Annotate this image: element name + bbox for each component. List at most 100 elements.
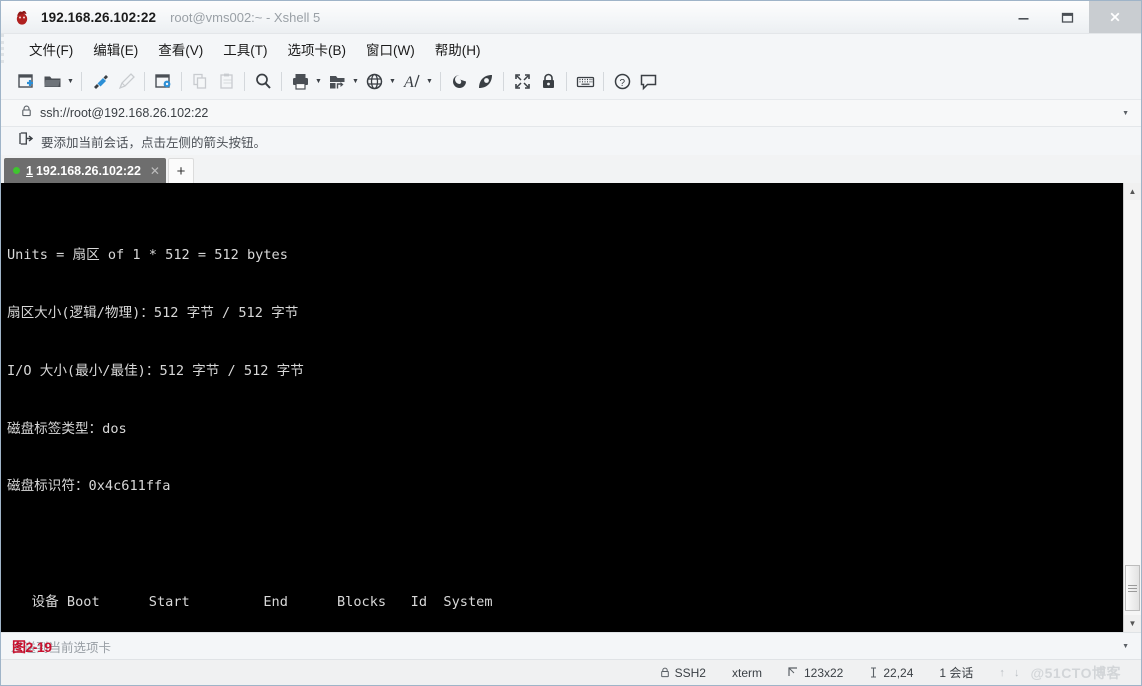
session-properties-icon[interactable] [150,68,176,94]
maximize-button[interactable] [1045,1,1089,33]
tab-status-dot-icon [13,167,20,174]
cursor-icon [869,667,878,678]
scrollbar-grip-icon [1128,583,1137,594]
minimize-button[interactable] [1001,1,1045,33]
send-to-bar[interactable]: 发送到当前选项卡 图2-19 ▼ [1,632,1141,659]
status-terminal-type: xterm [732,666,762,680]
paintbrush-icon[interactable] [87,68,113,94]
toolbar-divider [503,71,504,91]
resize-icon [788,667,799,678]
new-tab-button[interactable]: + [167,158,194,183]
title-bar: 192.168.26.102:22 root@vms002:~ - Xshell… [1,1,1141,34]
paste-icon [213,68,239,94]
menu-tabs[interactable]: 选项卡(B) [279,37,356,61]
toolbar-divider [566,71,567,91]
log-icon[interactable] [446,68,472,94]
chevron-down-icon[interactable]: ▼ [1122,643,1129,650]
terminal-scrollbar[interactable]: ▲ ▼ [1123,183,1141,632]
xshell-window: 192.168.26.102:22 root@vms002:~ - Xshell… [0,0,1142,686]
status-protocol-label: SSH2 [674,665,706,680]
window-subtitle: root@vms002:~ - Xshell 5 [170,9,321,25]
tab-index: 1 [26,163,33,178]
lock-icon [21,104,32,122]
terminal-area: Units = 扇区 of 1 * 512 = 512 bytes 扇区大小(逻… [1,183,1141,632]
status-terminal-type-label: xterm [731,665,762,680]
print-icon[interactable] [287,68,313,94]
find-icon[interactable] [250,68,276,94]
add-session-arrow-icon[interactable] [19,132,34,150]
chevron-down-icon[interactable]: ▼ [1122,110,1129,117]
scroll-up-icon[interactable]: ▲ [1124,183,1141,200]
xshell-icon [13,8,31,26]
status-bar-right: SSH2 xterm 123x22 22,24 1 会话 ↑ ↓ @51CTO博… [660,663,1141,683]
menu-bar: 文件(F) 编辑(E) 查看(V) 工具(T) 选项卡(B) 窗口(W) 帮助(… [1,34,1141,63]
scroll-down-icon[interactable]: ▼ [1124,615,1141,632]
globe-caret-icon[interactable]: ▼ [387,68,398,94]
svg-text:A: A [403,74,414,91]
menu-edit[interactable]: 编辑(E) [84,37,147,61]
terminal-output[interactable]: Units = 扇区 of 1 * 512 = 512 bytes 扇区大小(逻… [1,183,1123,632]
file-transfer-icon[interactable] [324,68,350,94]
toolbar-divider [144,71,145,91]
fullscreen-icon[interactable] [509,68,535,94]
address-bar[interactable]: ssh://root@192.168.26.102:22 ▼ [1,100,1141,127]
scrollbar-thumb[interactable] [1125,565,1140,611]
globe-icon[interactable] [361,68,387,94]
toolbar-divider [281,71,282,91]
open-folder-caret-icon[interactable]: ▼ [65,68,76,94]
highlight-icon[interactable] [472,68,498,94]
tab-session-1[interactable]: 1 192.168.26.102:22 ✕ [4,158,166,183]
terminal-line: 扇区大小(逻辑/物理)：512 字节 / 512 字节 [7,304,299,321]
status-session-count-label: 1 会话 [939,666,974,680]
toolbar-divider [603,71,604,91]
pencil-icon [113,68,139,94]
file-transfer-caret-icon[interactable]: ▼ [350,68,361,94]
status-session-count: 1 会话 [939,664,973,681]
status-bar: SSH2 xterm 123x22 22,24 1 会话 ↑ ↓ @51CTO博… [1,659,1141,685]
status-cursor-position: 22,24 [869,666,913,680]
keyboard-icon[interactable] [572,68,598,94]
svg-text:?: ? [619,78,625,89]
menu-help[interactable]: 帮助(H) [426,37,490,61]
address-url[interactable]: ssh://root@192.168.26.102:22 [40,106,208,120]
font-icon[interactable]: A [398,68,424,94]
tab-strip: 1 192.168.26.102:22 ✕ + [1,155,1141,183]
print-caret-icon[interactable]: ▼ [313,68,324,94]
window-controls [1001,1,1141,33]
add-session-hint-text: 要添加当前会话，点击左侧的箭头按钮。 [41,135,267,150]
watermark-label: @51CTO博客 [1030,664,1121,681]
window-title: 192.168.26.102:22 [41,9,157,25]
figure-caption: 图2-19 [12,639,52,655]
tab-close-icon[interactable]: ✕ [150,164,160,178]
scrollbar-track[interactable] [1124,200,1141,615]
terminal-line: I/O 大小(最小/最佳)：512 字节 / 512 字节 [7,362,304,379]
new-session-icon[interactable] [13,68,39,94]
help-icon[interactable]: ? [609,68,635,94]
toolbar: ▼ ▼ ▼ ▼ A ▼ ? [1,63,1141,100]
status-dimensions: 123x22 [788,666,843,680]
status-cursor-position-label: 22,24 [883,665,914,680]
font-caret-icon[interactable]: ▼ [424,68,435,94]
menu-tools[interactable]: 工具(T) [214,37,276,61]
status-transfer-arrows-icon: ↑ ↓ [999,666,1023,679]
menu-window[interactable]: 窗口(W) [357,37,424,61]
copy-icon [187,68,213,94]
terminal-line: Units = 扇区 of 1 * 512 = 512 bytes [7,246,288,263]
toolbar-divider [244,71,245,91]
toolbar-divider [181,71,182,91]
status-dimensions-label: 123x22 [803,665,844,680]
add-session-hint-bar: 要添加当前会话，点击左侧的箭头按钮。 [1,127,1141,155]
menu-view[interactable]: 查看(V) [149,37,212,61]
tab-label: 192.168.26.102:22 [35,163,141,178]
menu-file[interactable]: 文件(F) [20,37,82,61]
lock-icon [660,667,670,678]
chat-icon[interactable] [635,68,661,94]
open-folder-icon[interactable] [39,68,65,94]
lock-icon[interactable] [535,68,561,94]
terminal-table-header: 设备 Boot Start End Blocks Id System [7,594,493,611]
terminal-line: 磁盘标识符：0x4c611ffa [7,478,171,495]
terminal-line: 磁盘标签类型：dos [7,420,127,437]
toolbar-divider [440,71,441,91]
close-button[interactable] [1089,1,1141,33]
